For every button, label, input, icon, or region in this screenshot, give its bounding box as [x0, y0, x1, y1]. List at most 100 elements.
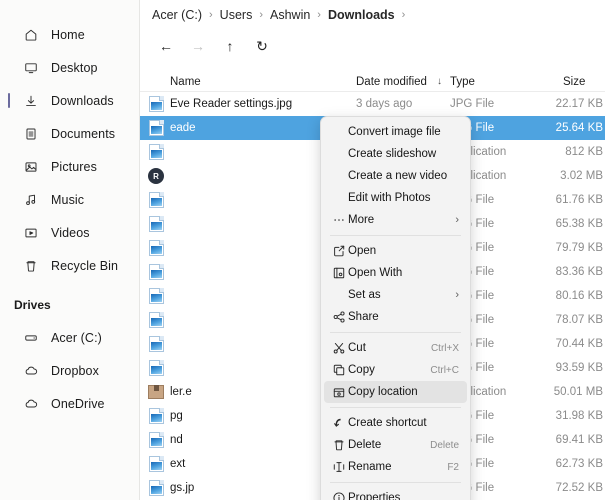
- breadcrumb-item-downloads[interactable]: Downloads: [328, 8, 395, 22]
- jpg-file-icon: [149, 480, 164, 496]
- menu-item-open-with[interactable]: Open With: [324, 262, 467, 284]
- menu-item-label: Set as: [348, 289, 455, 301]
- rename-icon: [330, 460, 348, 474]
- trash-icon: [330, 438, 348, 452]
- back-button[interactable]: ←: [152, 34, 180, 58]
- menu-item-properties[interactable]: Properties: [324, 487, 467, 500]
- file-name-cell: Eve Reader settings.jpg: [170, 98, 370, 110]
- copy-location-icon: [330, 385, 348, 399]
- desktop-icon: [22, 59, 40, 77]
- menu-item-more[interactable]: More›: [324, 209, 467, 231]
- more-icon: [330, 213, 348, 227]
- menu-item-label: Rename: [348, 461, 447, 473]
- file-icon-cell: [146, 360, 166, 376]
- context-menu[interactable]: Convert image fileCreate slideshow Create…: [320, 116, 471, 500]
- menu-item-edit-with-photos[interactable]: Edit with Photos: [324, 187, 467, 209]
- sidebar-item-label: Videos: [51, 226, 90, 240]
- open-with-icon: [330, 266, 348, 280]
- sidebar-item-label: Desktop: [51, 61, 98, 75]
- file-icon-cell: [146, 240, 166, 256]
- menu-item-label: More: [348, 214, 455, 226]
- sidebar-item-desktop[interactable]: Desktop: [0, 51, 139, 84]
- file-icon-cell: [146, 336, 166, 352]
- forward-button: →: [184, 34, 212, 58]
- sidebar-item-label: Pictures: [51, 160, 97, 174]
- open-icon: [330, 244, 348, 258]
- jpg-file-icon: [149, 96, 164, 112]
- file-icon-cell: [146, 408, 166, 424]
- file-icon-cell: [146, 432, 166, 448]
- menu-item-label: Share: [348, 311, 459, 323]
- file-icon-cell: [146, 120, 166, 136]
- breadcrumb-item-ashwin[interactable]: Ashwin: [270, 8, 310, 22]
- recycle-bin-icon: [22, 257, 40, 275]
- picture-icon: [22, 158, 40, 176]
- jpg-file-icon: [149, 240, 164, 256]
- up-button[interactable]: ↑: [216, 34, 244, 58]
- file-icon-cell: [146, 216, 166, 232]
- menu-item-delete[interactable]: DeleteDelete: [324, 434, 467, 456]
- sidebar-drive-onedrive[interactable]: OneDrive: [0, 387, 139, 420]
- file-size-cell: 65.38 KB: [538, 218, 603, 230]
- breadcrumb-item-users[interactable]: Users: [220, 8, 253, 22]
- menu-item-label: Cut: [348, 342, 431, 354]
- menu-item-create-a-new-video[interactable]: Create a new video: [324, 165, 467, 187]
- menu-item-share[interactable]: Share: [324, 306, 467, 328]
- menu-item-create-slideshow[interactable]: Create slideshow: [324, 143, 467, 165]
- sidebar-item-pictures[interactable]: Pictures: [0, 150, 139, 183]
- menu-separator: [330, 235, 461, 236]
- menu-item-copy-location[interactable]: Copy location: [324, 381, 467, 403]
- file-icon-cell: [146, 144, 166, 160]
- breadcrumb-item-acer-c-[interactable]: Acer (C:): [152, 8, 202, 22]
- file-size-cell: 80.16 KB: [538, 290, 603, 302]
- menu-item-label: Edit with Photos: [348, 192, 459, 204]
- table-row[interactable]: Eve Reader settings.jpg3 days agoJPG Fil…: [140, 92, 605, 116]
- info-icon: [330, 491, 348, 500]
- sidebar-item-label: Documents: [51, 127, 115, 141]
- menu-item-rename[interactable]: RenameF2: [324, 456, 467, 478]
- column-header-type[interactable]: Type: [450, 76, 475, 88]
- file-size-cell: 50.01 MB: [538, 386, 603, 398]
- music-icon: [22, 191, 40, 209]
- menu-separator: [330, 482, 461, 483]
- menu-item-copy[interactable]: CopyCtrl+C: [324, 359, 467, 381]
- sort-arrow-icon: ↓: [437, 76, 442, 87]
- column-header-date-modified[interactable]: Date modified ↓: [356, 76, 442, 88]
- jpg-file-icon: [149, 144, 164, 160]
- sidebar-item-documents[interactable]: Documents: [0, 117, 139, 150]
- menu-item-label: Open With: [348, 267, 459, 279]
- file-size-cell: 72.52 KB: [538, 482, 603, 494]
- column-header-name[interactable]: Name: [170, 76, 201, 88]
- sidebar-drive-dropbox[interactable]: Dropbox: [0, 354, 139, 387]
- menu-item-open[interactable]: Open: [324, 240, 467, 262]
- breadcrumb: Acer (C:)›Users›Ashwin›Downloads›: [140, 0, 605, 30]
- refresh-button[interactable]: ↻: [248, 34, 276, 58]
- sidebar-item-home[interactable]: Home: [0, 18, 139, 51]
- drive-icon: [22, 329, 40, 347]
- copy-icon: [330, 363, 348, 377]
- breadcrumb-separator-icon: ›: [317, 9, 321, 21]
- column-header-size[interactable]: Size: [563, 76, 585, 88]
- menu-item-label: Delete: [348, 439, 430, 451]
- menu-item-convert-image-file[interactable]: Convert image file: [324, 121, 467, 143]
- menu-item-create-shortcut[interactable]: Create shortcut: [324, 412, 467, 434]
- sidebar-item-downloads[interactable]: Downloads: [0, 84, 139, 117]
- navigation-sidebar: Home Desktop Downloads Documents Pictures Mus…: [0, 0, 140, 500]
- home-icon: [22, 26, 40, 44]
- file-icon-cell: R: [146, 168, 166, 184]
- menu-item-cut[interactable]: CutCtrl+X: [324, 337, 467, 359]
- file-icon-cell: [146, 385, 166, 399]
- sidebar-drive-acer-c-[interactable]: Acer (C:): [0, 321, 139, 354]
- file-size-cell: 3.02 MB: [538, 170, 603, 182]
- file-type-cell: JPG File: [450, 98, 530, 110]
- sidebar-drive-label: OneDrive: [51, 397, 105, 411]
- menu-item-set-as[interactable]: Set as›: [324, 284, 467, 306]
- menu-item-label: Create a new video: [348, 170, 459, 182]
- sidebar-item-videos[interactable]: Videos: [0, 216, 139, 249]
- sidebar-drive-label: Dropbox: [51, 364, 99, 378]
- sidebar-item-recycle-bin[interactable]: Recycle Bin: [0, 249, 139, 282]
- sidebar-item-music[interactable]: Music: [0, 183, 139, 216]
- menu-item-label: Properties: [348, 492, 459, 500]
- cut-icon: [330, 341, 348, 355]
- document-icon: [22, 125, 40, 143]
